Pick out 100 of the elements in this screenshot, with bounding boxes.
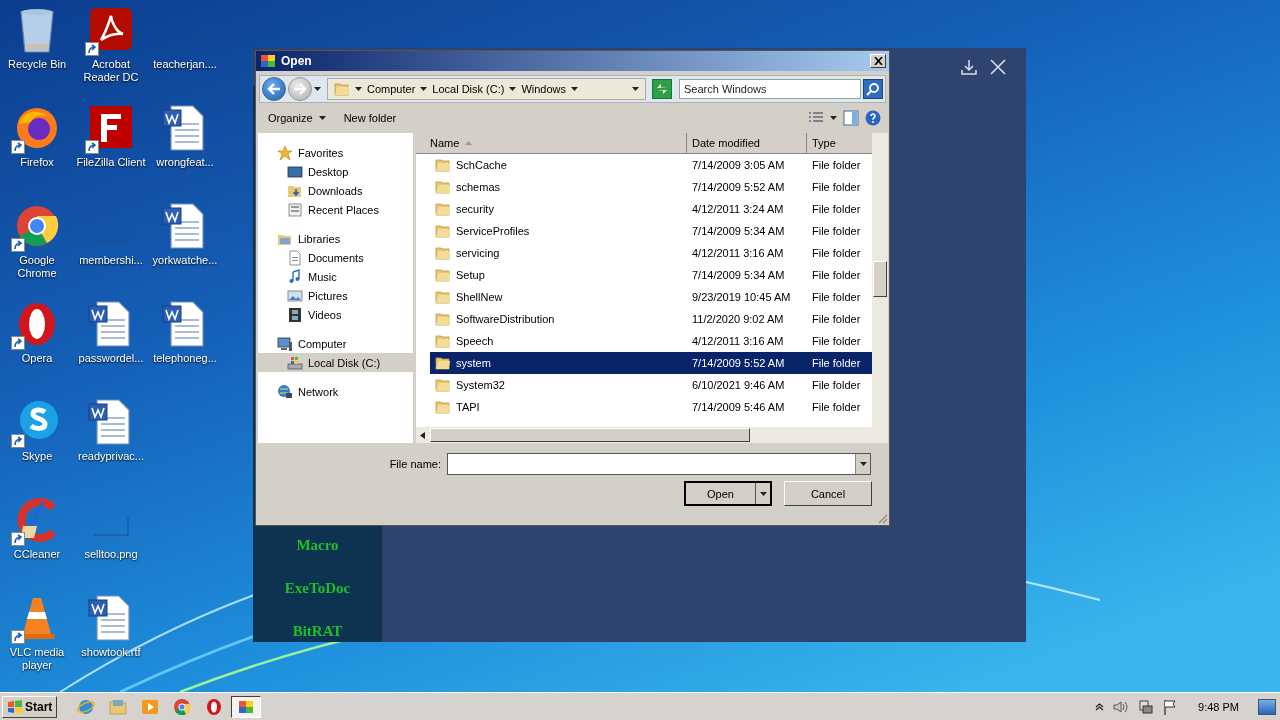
forward-button[interactable] bbox=[288, 77, 312, 101]
nav-item[interactable]: Videos bbox=[258, 305, 413, 324]
taskbar-button[interactable] bbox=[231, 695, 262, 718]
sidebar-item[interactable]: Macro bbox=[296, 535, 339, 556]
speaker-icon[interactable] bbox=[1113, 699, 1130, 714]
file-row[interactable]: ServiceProfiles 7/14/2009 5:34 AM File folder bbox=[430, 220, 872, 242]
file-name: schemas bbox=[456, 181, 501, 193]
toolbar-button[interactable]: New folder bbox=[337, 110, 403, 126]
breadcrumb-item[interactable]: Computer bbox=[367, 83, 416, 95]
sidebar-item[interactable]: ExeToDoc bbox=[284, 578, 351, 599]
desktop-shortcut[interactable]: Firefox bbox=[0, 104, 74, 202]
file-row[interactable]: ShellNew 9/23/2019 10:45 AM File folder bbox=[430, 286, 872, 308]
desktop-shortcut[interactable]: readyprivac... bbox=[74, 398, 148, 496]
nav-item[interactable]: Documents bbox=[258, 248, 413, 267]
network-icon bbox=[277, 383, 293, 400]
nav-item[interactable]: Libraries bbox=[258, 229, 413, 248]
desktop-shortcut[interactable]: Recycle Bin bbox=[0, 6, 74, 104]
menu-button[interactable]: Organize bbox=[262, 110, 332, 126]
view-list-icon[interactable] bbox=[808, 112, 824, 124]
nav-label: Network bbox=[298, 385, 339, 398]
folder-icon bbox=[435, 158, 451, 172]
column-header[interactable]: Name bbox=[416, 133, 687, 154]
desktop-shortcut[interactable]: Opera bbox=[0, 300, 74, 398]
desktop-shortcut[interactable]: teacherjan.... bbox=[148, 6, 222, 104]
file-row[interactable]: Setup 7/14/2009 5:34 AM File folder bbox=[430, 264, 872, 286]
desktop-shortcut[interactable]: wrongfeat... bbox=[148, 104, 222, 202]
nav-label: Local Disk (C:) bbox=[308, 356, 381, 369]
shortcut-arrow-icon bbox=[11, 434, 25, 448]
folder-icon bbox=[435, 312, 451, 326]
desktop-shortcut[interactable]: selltoo.png bbox=[74, 496, 148, 594]
back-button[interactable] bbox=[262, 77, 286, 101]
type-cell-text: File folder bbox=[811, 269, 862, 281]
desktop-shortcut[interactable]: telephoneg... bbox=[148, 300, 222, 398]
date-cell-text: 4/12/2011 3:16 AM bbox=[691, 247, 785, 259]
file-row[interactable]: security 4/12/2011 3:24 AM File folder bbox=[430, 198, 872, 220]
nav-item[interactable]: Favorites bbox=[258, 143, 413, 162]
caret-icon bbox=[509, 87, 517, 91]
desktop-shortcut[interactable]: membershi... bbox=[74, 202, 148, 300]
file-row[interactable]: schemas 7/14/2009 5:52 AM File folder bbox=[430, 176, 872, 198]
cancel-button[interactable]: Cancel bbox=[784, 481, 872, 506]
caret-icon bbox=[420, 87, 428, 91]
desktop-shortcut[interactable]: FileZilla Client bbox=[74, 104, 148, 202]
folder-icon bbox=[435, 224, 451, 238]
nav-item[interactable]: Computer bbox=[258, 334, 413, 353]
sidebar-item[interactable]: BitRAT bbox=[292, 621, 343, 642]
file-row[interactable]: SchCache 7/14/2009 3:05 AM File folder bbox=[430, 154, 872, 176]
desktop-shortcut[interactable]: passwordel... bbox=[74, 300, 148, 398]
desktop-shortcut[interactable]: yorkwatche... bbox=[148, 202, 222, 300]
open-button[interactable]: Open bbox=[684, 481, 772, 506]
file-row[interactable]: System32 6/10/2021 9:46 AM File folder bbox=[430, 374, 872, 396]
show-hidden-icons-icon[interactable] bbox=[1095, 702, 1105, 711]
desktop-shortcut[interactable]: VLC media player bbox=[0, 594, 74, 692]
nav-item[interactable]: Music bbox=[258, 267, 413, 286]
nav-item[interactable]: Pictures bbox=[258, 286, 413, 305]
desktop-shortcut[interactable]: Acrobat Reader DC bbox=[74, 6, 148, 104]
file-row[interactable]: TAPI 7/14/2009 5:46 AM File folder bbox=[430, 396, 872, 418]
type-cell-text: File folder bbox=[811, 379, 862, 391]
breadcrumb-item[interactable]: Local Disk (C:) bbox=[432, 83, 505, 95]
vertical-scrollbar[interactable] bbox=[872, 133, 888, 443]
address-bar[interactable]: Computer Local Disk (C:) Windows bbox=[327, 78, 646, 100]
download-icon[interactable] bbox=[960, 58, 978, 76]
search-field[interactable]: Search Windows bbox=[679, 79, 861, 99]
close-button[interactable] bbox=[870, 54, 886, 68]
type-cell-text: File folder bbox=[811, 335, 862, 347]
chrome-icon bbox=[173, 697, 192, 716]
flag-icon[interactable] bbox=[1163, 698, 1178, 715]
horizontal-scrollbar[interactable] bbox=[416, 427, 872, 443]
nav-item[interactable]: Local Disk (C:) bbox=[258, 353, 413, 372]
nav-item[interactable]: Recent Places bbox=[258, 200, 413, 219]
file-row[interactable]: Speech 4/12/2011 3:16 AM File folder bbox=[430, 330, 872, 352]
nav-item[interactable]: Network bbox=[258, 382, 413, 401]
file-row[interactable]: SoftwareDistribution 11/2/2020 9:02 AM File folder bbox=[430, 308, 872, 330]
nav-label: Favorites bbox=[298, 146, 344, 159]
refresh-button[interactable] bbox=[652, 79, 672, 99]
clock[interactable]: 9:48 PM bbox=[1198, 700, 1239, 713]
desktop-icon bbox=[287, 163, 303, 180]
desktop-shortcut[interactable]: Skype bbox=[0, 398, 74, 496]
shortcut-arrow-icon bbox=[85, 140, 99, 154]
search-button[interactable] bbox=[863, 79, 883, 99]
start-button[interactable]: Start bbox=[2, 695, 58, 718]
column-header[interactable]: Date modified bbox=[687, 133, 807, 154]
file-name-field[interactable] bbox=[447, 453, 871, 475]
folder-icon bbox=[334, 82, 350, 96]
close-icon[interactable] bbox=[989, 58, 1007, 76]
desktop-shortcut[interactable]: CCleaner bbox=[0, 496, 74, 594]
desktop-shortcut[interactable]: Google Chrome bbox=[0, 202, 74, 300]
nav-item[interactable]: Desktop bbox=[258, 162, 413, 181]
show-desktop-button[interactable] bbox=[1258, 698, 1276, 715]
network-icon[interactable] bbox=[1138, 698, 1155, 715]
scroll-left-arrow-icon[interactable] bbox=[420, 431, 425, 439]
resize-grip-icon[interactable] bbox=[877, 513, 888, 524]
preview-pane-icon[interactable] bbox=[843, 110, 859, 126]
shortcut-arrow-icon bbox=[11, 140, 25, 154]
date-cell-text: 7/14/2009 5:52 AM bbox=[691, 357, 786, 369]
dropdown-caret-icon bbox=[632, 87, 639, 91]
file-row[interactable]: system 7/14/2009 5:52 AM File folder bbox=[430, 352, 872, 374]
help-icon[interactable] bbox=[865, 110, 881, 126]
file-row[interactable]: servicing 4/12/2011 3:16 AM File folder bbox=[430, 242, 872, 264]
breadcrumb-item[interactable]: Windows bbox=[521, 83, 567, 95]
nav-item[interactable]: Downloads bbox=[258, 181, 413, 200]
